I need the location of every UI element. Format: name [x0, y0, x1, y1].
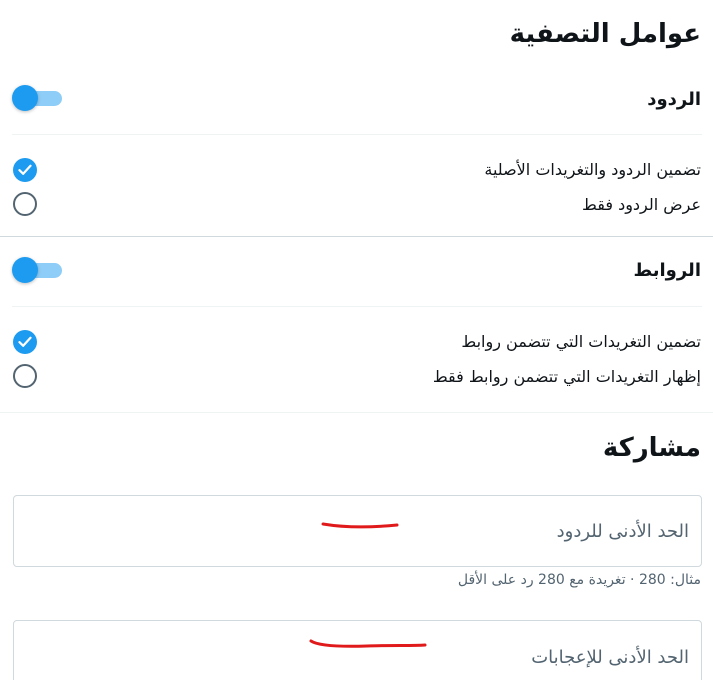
min-replies-placeholder: الحد الأدنى للردود: [556, 521, 689, 542]
replies-label: الردود: [647, 89, 701, 110]
filters-title: عوامل التصفية: [509, 19, 701, 49]
links-label: الروابط: [633, 260, 701, 281]
replies-toggle[interactable]: [12, 84, 64, 112]
replies-include-checkmark[interactable]: [13, 158, 37, 182]
replies-option-only[interactable]: عرض الردود فقط: [582, 194, 701, 216]
check-icon: [18, 164, 32, 175]
replies-only-radio[interactable]: [13, 192, 37, 216]
divider: [12, 134, 702, 135]
replies-option-include[interactable]: تضمين الردود والتغريدات الأصلية: [484, 159, 701, 181]
links-include-checkmark[interactable]: [13, 330, 37, 354]
section-divider: [0, 236, 713, 237]
toggle-knob: [12, 257, 38, 283]
divider: [12, 306, 702, 307]
links-option-include[interactable]: تضمين التغريدات التي تتضمن روابط: [461, 331, 701, 353]
red-underline-annotation: [309, 639, 427, 648]
engagement-title: مشاركة: [602, 433, 701, 463]
min-likes-placeholder: الحد الأدنى للإعجابات: [531, 647, 689, 668]
min-replies-input[interactable]: الحد الأدنى للردود: [13, 495, 702, 567]
red-underline-annotation: [321, 522, 399, 529]
min-replies-hint: مثال: 280 · تغريدة مع 280 رد على الأقل: [457, 572, 701, 588]
toggle-knob: [12, 85, 38, 111]
links-option-only[interactable]: إظهار التغريدات التي تتضمن روابط فقط: [433, 366, 701, 388]
links-toggle[interactable]: [12, 256, 64, 284]
min-likes-input[interactable]: الحد الأدنى للإعجابات: [13, 620, 702, 680]
links-only-radio[interactable]: [13, 364, 37, 388]
check-icon: [18, 336, 32, 347]
section-divider: [0, 412, 713, 413]
